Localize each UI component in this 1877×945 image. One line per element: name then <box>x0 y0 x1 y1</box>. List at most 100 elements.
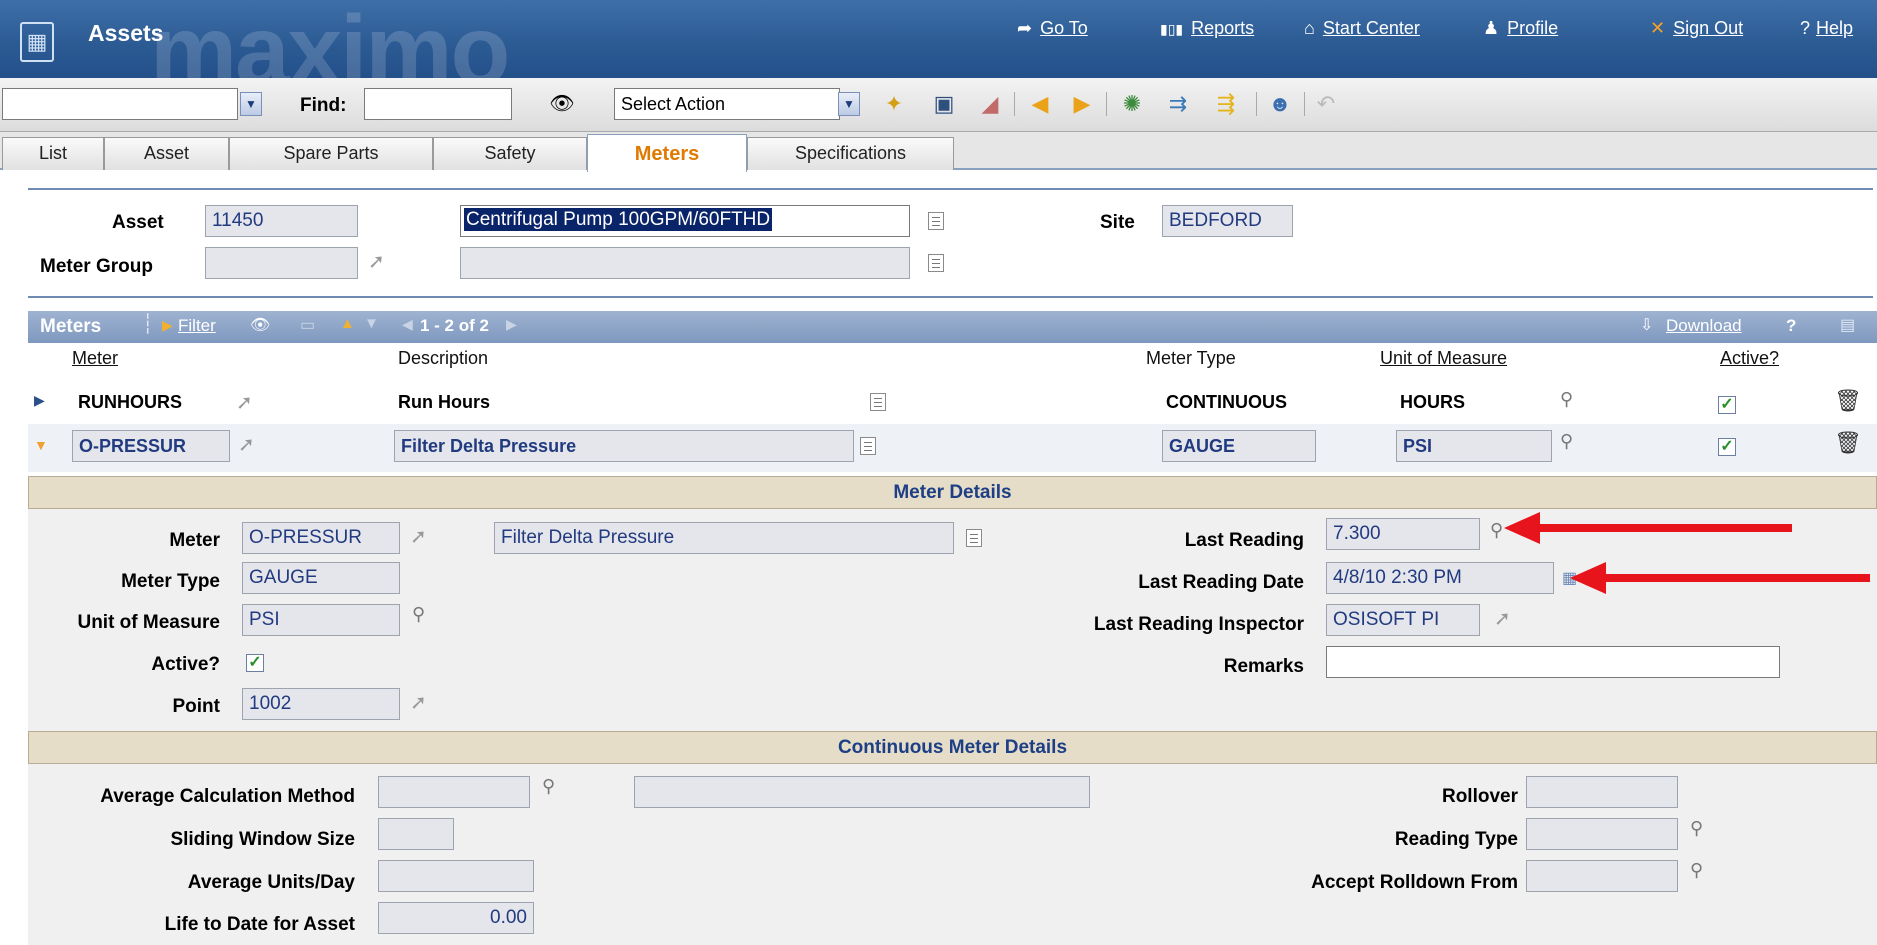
last-reading-inspector-field[interactable]: OSISOFT PI <box>1326 604 1480 636</box>
nav-sign-out-label[interactable]: Sign Out <box>1673 18 1743 38</box>
last-reading-field[interactable]: 7.300 <box>1326 518 1480 550</box>
col-unit-of-measure[interactable]: Unit of Measure <box>1380 348 1507 369</box>
nav-reports[interactable]: ▮▯▮ Reports <box>1160 18 1254 39</box>
reading-type-label: Reading Type <box>1394 829 1518 850</box>
toolbar-separator <box>1014 92 1015 116</box>
search-icon[interactable]: ⚲ <box>542 776 555 797</box>
col-active[interactable]: Active? <box>1720 348 1779 369</box>
meter-type-field[interactable]: GAUGE <box>242 562 400 594</box>
active-checkbox[interactable]: ✓ <box>246 654 264 672</box>
row-meter-type-field[interactable]: GAUGE <box>1162 430 1316 462</box>
change-status-icon[interactable]: ✺ <box>1118 90 1146 118</box>
long-description-icon[interactable] <box>870 393 886 411</box>
delete-row-icon[interactable]: 🗑 <box>1834 430 1862 456</box>
avg-calc-method-label: Average Calculation Method <box>100 786 355 807</box>
go-to-meter-icon[interactable]: ➚ <box>410 524 427 549</box>
meter-description-field[interactable]: Filter Delta Pressure <box>494 522 954 554</box>
col-meter[interactable]: Meter <box>72 348 118 369</box>
people-icon[interactable]: ☻ <box>1266 90 1294 118</box>
tab-specifications[interactable]: Specifications <box>747 137 954 170</box>
previous-record-icon[interactable]: ◀ <box>1026 90 1054 118</box>
annotation-arrow-last-reading <box>1538 524 1792 532</box>
section-divider <box>28 296 1873 298</box>
nav-reports-label[interactable]: Reports <box>1191 18 1254 38</box>
last-reading-date-field[interactable]: 4/8/10 2:30 PM <box>1326 562 1554 594</box>
sliding-window-field[interactable] <box>378 818 454 850</box>
meter-group-description-field[interactable] <box>460 247 910 279</box>
ltd-field[interactable]: 0.00 <box>378 902 534 934</box>
search-icon[interactable]: ⚲ <box>1560 431 1573 452</box>
point-field[interactable]: 1002 <box>242 688 400 720</box>
enter-readings-icon[interactable]: ⇉ <box>1164 90 1192 118</box>
nav-go-to[interactable]: ➦ Go To <box>1017 18 1088 39</box>
expand-row-icon[interactable]: ▶ <box>34 392 45 409</box>
nav-start-center-label[interactable]: Start Center <box>1323 18 1420 38</box>
delete-row-icon[interactable]: 🗑 <box>1834 388 1862 414</box>
select-action-dropdown-icon[interactable]: ▼ <box>838 92 860 116</box>
clear-changes-icon[interactable]: ◢ <box>976 90 1004 118</box>
go-to-meter-icon[interactable]: ➚ <box>238 432 255 457</box>
query-select[interactable] <box>2 88 238 120</box>
row-description-field[interactable]: Filter Delta Pressure <box>394 430 854 462</box>
search-icon[interactable]: ⚲ <box>1560 389 1573 410</box>
row-active-checkbox[interactable]: ✓ <box>1718 438 1736 456</box>
clear-filter-icon: ▭ <box>300 317 316 334</box>
nav-start-center[interactable]: ⌂ Start Center <box>1304 18 1420 39</box>
table-help-icon[interactable]: ? <box>1786 316 1796 336</box>
find-input[interactable] <box>364 88 512 120</box>
next-record-icon[interactable]: ▶ <box>1068 90 1096 118</box>
avg-calc-method-field[interactable] <box>378 776 530 808</box>
long-description-icon[interactable] <box>966 529 982 547</box>
avg-calc-method-description-field[interactable] <box>634 776 1090 808</box>
row-unit-field[interactable]: PSI <box>1396 430 1552 462</box>
asset-description-field[interactable]: Centrifugal Pump 100GPM/60FTHD <box>460 205 910 237</box>
find-in-table-icon[interactable]: 👁 <box>250 315 270 335</box>
toolbar-separator <box>1106 92 1107 116</box>
select-action[interactable]: Select Action <box>614 88 840 120</box>
enter-multiple-readings-icon[interactable]: ⇶ <box>1212 90 1240 118</box>
collapse-row-icon[interactable]: ▼ <box>34 437 48 453</box>
nav-profile-label[interactable]: Profile <box>1507 18 1558 38</box>
avg-units-field[interactable] <box>378 860 534 892</box>
go-to-point-icon[interactable]: ➚ <box>410 690 427 715</box>
rollover-field[interactable] <box>1526 776 1678 808</box>
tab-meters[interactable]: Meters <box>587 134 747 172</box>
search-icon[interactable]: ⚲ <box>412 604 425 625</box>
save-icon[interactable]: ▣ <box>930 90 958 118</box>
nav-help-label[interactable]: Help <box>1816 18 1853 38</box>
long-description-icon[interactable] <box>860 437 876 455</box>
binoculars-icon[interactable]: 👁 <box>548 90 576 118</box>
filter-link[interactable]: Filter <box>178 316 216 336</box>
query-dropdown-icon[interactable]: ▼ <box>240 92 262 116</box>
nav-help[interactable]: ? Help <box>1800 18 1853 39</box>
asset-field[interactable]: 11450 <box>205 205 358 237</box>
new-record-icon[interactable]: ✦ <box>880 90 908 118</box>
go-to-meter-icon[interactable]: ➚ <box>236 390 253 415</box>
search-icon[interactable]: ⚲ <box>1690 818 1703 839</box>
tab-safety[interactable]: Safety <box>433 137 587 170</box>
row-active-checkbox[interactable]: ✓ <box>1718 396 1736 414</box>
long-description-icon[interactable] <box>928 212 944 230</box>
go-to-meter-group-icon[interactable]: ➚ <box>368 249 385 274</box>
long-description-icon[interactable] <box>928 254 944 272</box>
reading-type-field[interactable] <box>1526 818 1678 850</box>
meter-group-field[interactable] <box>205 247 358 279</box>
tab-spare-parts[interactable]: Spare Parts <box>229 137 433 170</box>
tab-asset[interactable]: Asset <box>104 137 229 170</box>
remarks-field[interactable] <box>1326 646 1780 678</box>
search-icon[interactable]: ⚲ <box>1690 860 1703 881</box>
tab-list[interactable]: List <box>2 137 104 170</box>
nav-go-to-label[interactable]: Go To <box>1040 18 1088 38</box>
nav-sign-out[interactable]: ✕ Sign Out <box>1650 18 1743 39</box>
nav-profile[interactable]: ♟ Profile <box>1483 18 1558 39</box>
site-field[interactable]: BEDFORD <box>1162 205 1293 237</box>
download-link[interactable]: Download <box>1666 316 1742 336</box>
meter-field[interactable]: O-PRESSUR <box>242 522 400 554</box>
meter-details-header: Meter Details <box>28 476 1877 509</box>
search-icon[interactable]: ⚲ <box>1490 520 1503 541</box>
row-meter-field[interactable]: O-PRESSUR <box>72 430 230 462</box>
go-to-person-icon[interactable]: ➚ <box>1494 606 1511 631</box>
table-options-icon[interactable]: ▤ <box>1840 315 1855 335</box>
unit-of-measure-field[interactable]: PSI <box>242 604 400 636</box>
accept-rolldown-field[interactable] <box>1526 860 1678 892</box>
